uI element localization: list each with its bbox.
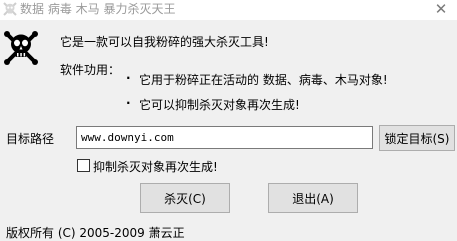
bullet-icon: · [126,96,131,110]
features-label: 软件功用： [60,63,121,77]
window-title: 数据 病毒 木马 暴力杀灭天王 [20,2,176,16]
app-window: 数据 病毒 木马 暴力杀灭天王 ✕ 它是一款可以自我粉碎的强大杀灭工具! 软件功… [0,0,457,241]
feature-item-1: 它用于粉碎正在活动的 数据、病毒、木马对象! [139,73,388,87]
close-icon: ✕ [434,0,448,18]
suppress-regeneration-label[interactable]: 抑制杀灭对象再次生成! [93,158,218,175]
skull-crossbones-icon [4,31,38,65]
bullet-icon: · [126,71,131,85]
suppress-regeneration-checkbox[interactable] [77,159,90,172]
close-button[interactable]: ✕ [425,0,457,20]
exit-button[interactable]: 退出(A) [268,183,358,213]
target-path-label: 目标路径 [6,132,55,146]
title-bar[interactable]: 数据 病毒 木马 暴力杀灭天王 ✕ [0,0,457,20]
feature-item-2: 它可以抑制杀灭对象再次生成! [139,98,300,112]
skull-app-icon [3,2,17,16]
lock-target-button[interactable]: 锁定目标(S) [379,125,455,151]
headline-text: 它是一款可以自我粉碎的强大杀灭工具! [60,35,269,49]
kill-button[interactable]: 杀灭(C) [140,183,230,213]
target-path-input[interactable] [76,126,373,149]
copyright-text: 版权所有 (C) 2005-2009 萧云正 [6,226,185,240]
